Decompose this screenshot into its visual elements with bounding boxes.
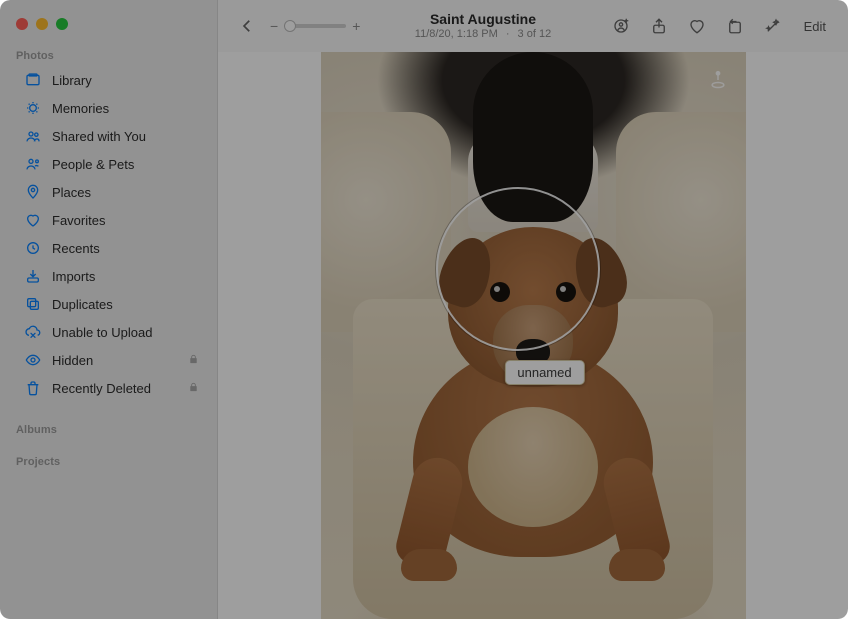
fullscreen-window-button[interactable] (56, 18, 68, 30)
info-people-button[interactable] (606, 11, 636, 41)
title-block: Saint Augustine 11/8/20, 1:18 PM · 3 of … (368, 11, 597, 42)
sidebar-item-label: Library (52, 73, 92, 88)
favorites-icon (24, 211, 42, 229)
auto-enhance-button[interactable] (758, 11, 788, 41)
hidden-icon (24, 351, 42, 369)
photo-canvas: unnamed (321, 52, 746, 619)
sidebar-item-memories[interactable]: Memories (0, 94, 217, 122)
toolbar: − + Saint Augustine 11/8/20, 1:18 PM · 3… (218, 0, 848, 52)
sidebar-item-favorites[interactable]: Favorites (0, 206, 217, 234)
zoom-track[interactable] (284, 24, 346, 28)
sidebar-item-duplicates[interactable]: Duplicates (0, 290, 217, 318)
photo-title: Saint Augustine (368, 11, 597, 28)
photos-window: Photos Library Memories Shared with You … (0, 0, 848, 619)
zoom-in-label: + (352, 18, 360, 34)
separator-dot: · (501, 28, 515, 40)
sidebar-item-label: Recently Deleted (52, 381, 151, 396)
face-name-field[interactable]: unnamed (504, 360, 584, 385)
recents-icon (24, 239, 42, 257)
sidebar: Photos Library Memories Shared with You … (0, 0, 218, 619)
main-content: − + Saint Augustine 11/8/20, 1:18 PM · 3… (218, 0, 848, 619)
sidebar-item-label: Imports (52, 269, 95, 284)
sidebar-item-label: Recents (52, 241, 100, 256)
lock-icon (188, 353, 199, 368)
lock-icon (188, 381, 199, 396)
share-button[interactable] (644, 11, 674, 41)
recently-deleted-icon (24, 379, 42, 397)
sidebar-item-label: People & Pets (52, 157, 134, 172)
sidebar-item-label: Memories (52, 101, 109, 116)
sidebar-item-unable-to-upload[interactable]: Unable to Upload (0, 318, 217, 346)
shared-with-you-icon (24, 127, 42, 145)
edit-button[interactable]: Edit (796, 15, 834, 38)
zoom-out-label: − (270, 18, 278, 34)
sidebar-item-recents[interactable]: Recents (0, 234, 217, 262)
face-detection-circle[interactable] (436, 187, 600, 351)
sidebar-item-recently-deleted[interactable]: Recently Deleted (0, 374, 217, 402)
people-pets-icon (24, 155, 42, 173)
places-icon (24, 183, 42, 201)
sidebar-item-imports[interactable]: Imports (0, 262, 217, 290)
rotate-button[interactable] (720, 11, 750, 41)
sidebar-item-places[interactable]: Places (0, 178, 217, 206)
sidebar-item-shared-with-you[interactable]: Shared with You (0, 122, 217, 150)
sidebar-item-label: Unable to Upload (52, 325, 152, 340)
sidebar-item-hidden[interactable]: Hidden (0, 346, 217, 374)
sidebar-item-label: Shared with You (52, 129, 146, 144)
toolbar-actions: Edit (606, 11, 834, 41)
library-icon (24, 71, 42, 89)
sidebar-section-photos: Photos (0, 44, 217, 66)
memories-icon (24, 99, 42, 117)
sidebar-item-label: Duplicates (52, 297, 113, 312)
back-button[interactable] (232, 11, 262, 41)
sidebar-item-library[interactable]: Library (0, 66, 217, 94)
unable-upload-icon (24, 323, 42, 341)
sidebar-section-projects[interactable]: Projects (0, 450, 217, 472)
duplicates-icon (24, 295, 42, 313)
sidebar-item-label: Favorites (52, 213, 105, 228)
photo-viewport[interactable]: unnamed (218, 52, 848, 619)
sidebar-item-people-pets[interactable]: People & Pets (0, 150, 217, 178)
sidebar-item-label: Places (52, 185, 91, 200)
imports-icon (24, 267, 42, 285)
location-pin-button[interactable] (704, 66, 732, 94)
zoom-thumb[interactable] (284, 20, 296, 32)
zoom-slider[interactable]: − + (270, 18, 360, 34)
minimize-window-button[interactable] (36, 18, 48, 30)
close-window-button[interactable] (16, 18, 28, 30)
sidebar-item-label: Hidden (52, 353, 93, 368)
favorite-button[interactable] (682, 11, 712, 41)
photo-subtitle: 11/8/20, 1:18 PM · 3 of 12 (368, 28, 597, 41)
photo-date: 11/8/20, 1:18 PM (415, 28, 498, 40)
photo-counter: 3 of 12 (518, 28, 552, 40)
sidebar-section-albums[interactable]: Albums (0, 418, 217, 440)
window-controls (0, 10, 217, 44)
